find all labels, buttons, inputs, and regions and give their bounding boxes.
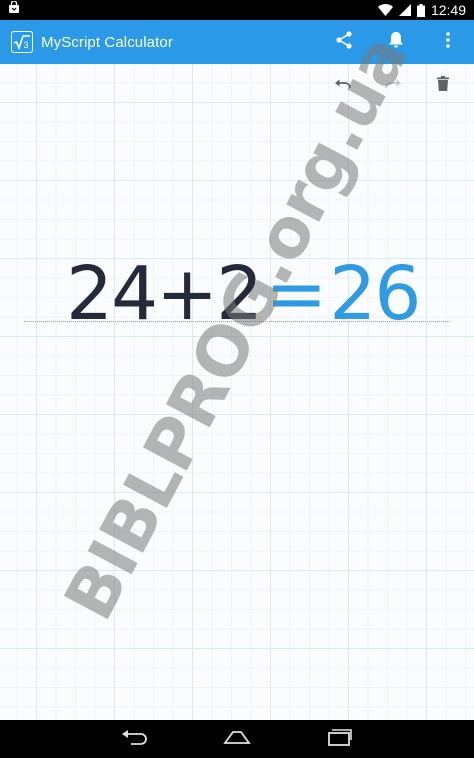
equation: 24+2 = 26 — [66, 249, 421, 339]
share-button[interactable] — [318, 20, 370, 64]
navigation-bar — [0, 720, 474, 758]
screen: 12:49 3 MyScript Calculator 24+2 = 26 BI… — [0, 0, 474, 758]
status-bar: 12:49 — [0, 0, 474, 20]
writing-canvas[interactable]: 24+2 = 26 — [0, 64, 474, 720]
notifications-button[interactable] — [370, 20, 422, 64]
battery-icon — [416, 3, 425, 17]
bell-icon — [389, 31, 403, 53]
share-icon — [336, 30, 352, 54]
home-button[interactable] — [217, 720, 257, 758]
app-bar: 3 MyScript Calculator — [0, 20, 474, 64]
app-title: MyScript Calculator — [41, 33, 173, 51]
equation-equals-sign: = — [265, 251, 327, 337]
canvas-toolbar — [318, 68, 468, 104]
status-time: 12:49 — [430, 2, 466, 18]
home-icon — [223, 729, 251, 750]
wifi-icon — [377, 4, 393, 16]
redo-icon — [384, 77, 402, 95]
app-actions — [318, 20, 474, 64]
app-logo-digit: 3 — [24, 40, 29, 50]
recents-button[interactable] — [319, 720, 359, 758]
overflow-menu-icon — [446, 31, 450, 53]
redo-button[interactable] — [368, 68, 418, 104]
status-left — [8, 0, 20, 19]
recents-icon — [325, 728, 353, 751]
writing-baseline — [24, 321, 450, 322]
undo-button[interactable] — [318, 68, 368, 104]
equation-result: 26 — [329, 251, 421, 337]
back-icon — [121, 729, 149, 750]
overflow-menu-button[interactable] — [422, 20, 474, 64]
signal-icon — [398, 4, 411, 16]
status-right: 12:49 — [377, 2, 466, 18]
app-logo-icon: 3 — [11, 31, 33, 53]
undo-icon — [334, 77, 352, 95]
trash-icon — [437, 76, 449, 96]
bag-icon — [8, 0, 20, 19]
back-button[interactable] — [115, 720, 155, 758]
equation-expression: 24+2 — [66, 251, 263, 337]
clear-button[interactable] — [418, 68, 468, 104]
